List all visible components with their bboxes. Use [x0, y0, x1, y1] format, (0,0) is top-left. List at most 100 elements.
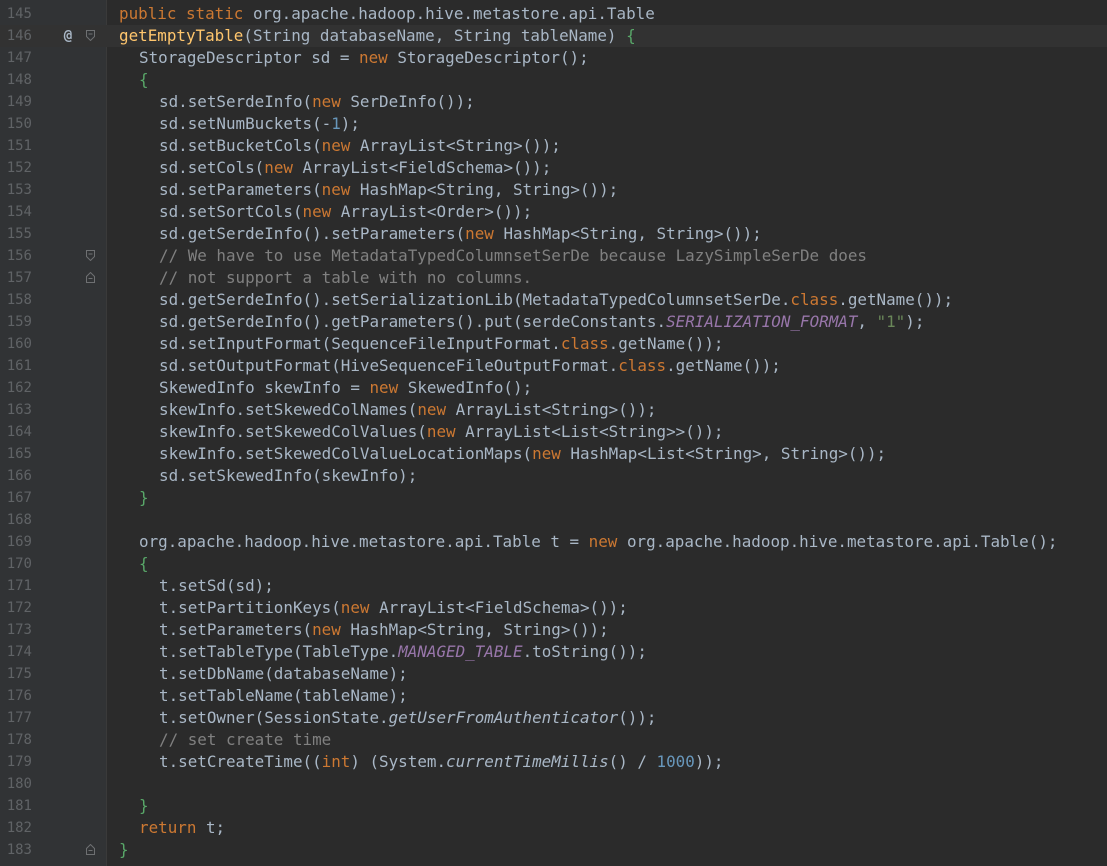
code-text: sd.setBucketCols(new ArrayList<String>()…	[159, 135, 561, 157]
line-number: 180	[6, 776, 32, 792]
code-line[interactable]: 182 return t;	[0, 817, 1107, 839]
code-token: ) (System.	[350, 752, 447, 771]
line-number: 168	[6, 512, 32, 528]
fold-start-icon[interactable]	[86, 30, 95, 41]
code-line[interactable]: 173 t.setParameters(new HashMap<String, S…	[0, 619, 1107, 641]
fold-end-icon[interactable]	[86, 272, 95, 283]
code-token: // We have to use MetadataTypedColumnset…	[159, 246, 867, 265]
code-line[interactable]: 152 sd.setCols(new ArrayList<FieldSchema>…	[0, 157, 1107, 179]
code-line[interactable]: 154 sd.setSortCols(new ArrayList<Order>()…	[0, 201, 1107, 223]
code-token: }	[139, 796, 149, 815]
code-line[interactable]: 146 @ getEmptyTable(String databaseName, S…	[0, 25, 1107, 47]
code-token: 1000	[656, 752, 695, 771]
code-line[interactable]: 157 // not support a table with no column…	[0, 267, 1107, 289]
code-line[interactable]: 179 t.setCreateTime((int) (System.current…	[0, 751, 1107, 773]
code-line[interactable]: 159 sd.getSerdeInfo().getParameters().put…	[0, 311, 1107, 333]
fold-start-icon[interactable]	[86, 250, 95, 261]
code-line[interactable]: 166 sd.setSkewedInfo(skewInfo);	[0, 465, 1107, 487]
line-number: 163	[6, 402, 32, 418]
code-token: t.setPartitionKeys(	[159, 598, 341, 617]
line-number: 158	[6, 292, 32, 308]
code-editor[interactable]: 145 public static org.apache.hadoop.hive.…	[0, 0, 1107, 866]
code-token: t.setParameters(	[159, 620, 313, 639]
code-line[interactable]: 176 t.setTableName(tableName);	[0, 685, 1107, 707]
fold-end-icon[interactable]	[86, 844, 95, 855]
line-number: 147	[6, 50, 32, 66]
code-token: ArrayList<FieldSchema>());	[379, 598, 628, 617]
code-line[interactable]: 165 skewInfo.setSkewedColValueLocationMap…	[0, 443, 1107, 465]
code-line[interactable]: 183}	[0, 839, 1107, 861]
line-number: 162	[6, 380, 32, 396]
code-line[interactable]: 153 sd.setParameters(new HashMap<String, …	[0, 179, 1107, 201]
code-token: sd.setCols(	[159, 158, 265, 177]
code-token: ));	[694, 752, 724, 771]
code-line[interactable]: 147 StorageDescriptor sd = new StorageDes…	[0, 47, 1107, 69]
code-token: SkewedInfo();	[407, 378, 533, 397]
code-line[interactable]: 171 t.setSd(sd);	[0, 575, 1107, 597]
line-number: 176	[6, 688, 32, 704]
code-token: // not support a table with no columns.	[159, 268, 533, 287]
code-line[interactable]: 162 SkewedInfo skewInfo = new SkewedInfo(…	[0, 377, 1107, 399]
code-token: .getName());	[838, 290, 954, 309]
code-line[interactable]: 174 t.setTableType(TableType.MANAGED_TABL…	[0, 641, 1107, 663]
code-token: org.apache.hadoop.hive.metastore.api.Tab…	[139, 532, 589, 551]
code-line[interactable]: 175 t.setDbName(databaseName);	[0, 663, 1107, 685]
line-number: 152	[6, 160, 32, 176]
code-token: sd.getSerdeInfo().getParameters().put(se…	[159, 312, 667, 331]
code-line[interactable]: 164 skewInfo.setSkewedColValues(new Array…	[0, 421, 1107, 443]
line-number: 156	[6, 248, 32, 264]
code-text: StorageDescriptor sd = new StorageDescri…	[139, 47, 589, 69]
code-token: new	[312, 620, 351, 639]
code-line[interactable]: 155 sd.getSerdeInfo().setParameters(new H…	[0, 223, 1107, 245]
code-line[interactable]: 168	[0, 509, 1107, 531]
code-line[interactable]: 150 sd.setNumBuckets(-1);	[0, 113, 1107, 135]
line-number: 171	[6, 578, 32, 594]
code-line[interactable]: 156 // We have to use MetadataTypedColumn…	[0, 245, 1107, 267]
code-text: // not support a table with no columns.	[159, 267, 532, 289]
code-line[interactable]: 163 skewInfo.setSkewedColNames(new ArrayL…	[0, 399, 1107, 421]
code-text: t.setOwner(SessionState.getUserFromAuthe…	[159, 707, 657, 729]
code-text: t.setTableType(TableType.MANAGED_TABLE.t…	[159, 641, 647, 663]
code-token: new	[340, 598, 380, 617]
code-line[interactable]: 180	[0, 773, 1107, 795]
code-text: t.setDbName(databaseName);	[159, 663, 408, 685]
code-token: );	[340, 114, 360, 133]
code-line[interactable]: 172 t.setPartitionKeys(new ArrayList<Fiel…	[0, 597, 1107, 619]
code-line[interactable]: 170 {	[0, 553, 1107, 575]
code-text: t.setParameters(new HashMap<String, Stri…	[159, 619, 609, 641]
code-token: new	[465, 224, 504, 243]
code-text: public static org.apache.hadoop.hive.met…	[119, 3, 655, 25]
code-line[interactable]: 158 sd.getSerdeInfo().setSerializationLib…	[0, 289, 1107, 311]
code-line[interactable]: 145 public static org.apache.hadoop.hive.…	[0, 3, 1107, 25]
code-line[interactable]: 148 {	[0, 69, 1107, 91]
code-token: new	[264, 158, 303, 177]
code-line[interactable]: 181}	[0, 795, 1107, 817]
code-token: t.setCreateTime((	[159, 752, 322, 771]
code-line[interactable]: 151 sd.setBucketCols(new ArrayList<String…	[0, 135, 1107, 157]
line-number: 150	[6, 116, 32, 132]
override-marker-icon[interactable]: @	[58, 25, 78, 47]
code-line[interactable]: 167}	[0, 487, 1107, 509]
code-text: // We have to use MetadataTypedColumnset…	[159, 245, 867, 267]
line-number: 161	[6, 358, 32, 374]
code-text: t.setPartitionKeys(new ArrayList<FieldSc…	[159, 597, 628, 619]
code-line[interactable]: 160 sd.setInputFormat(SequenceFileInputFo…	[0, 333, 1107, 355]
code-line[interactable]: 178 // set create time	[0, 729, 1107, 751]
code-token: t.setSd(sd);	[159, 576, 274, 595]
code-token: org.apache.hadoop.hive.metastore.api.Tab…	[626, 532, 1058, 551]
code-line[interactable]: 161 sd.setOutputFormat(HiveSequenceFileOu…	[0, 355, 1107, 377]
code-token: ArrayList<String>());	[359, 136, 561, 155]
code-text: skewInfo.setSkewedColNames(new ArrayList…	[159, 399, 657, 421]
code-token: sd.setInputFormat(SequenceFileInputForma…	[159, 334, 561, 353]
code-text: sd.setSerdeInfo(new SerDeInfo());	[159, 91, 475, 113]
line-number: 153	[6, 182, 32, 198]
code-line[interactable]: 169 org.apache.hadoop.hive.metastore.api.…	[0, 531, 1107, 553]
code-token: skewInfo.setSkewedColValues(	[159, 422, 427, 441]
code-token: (String databaseName, String tableName)	[243, 26, 627, 45]
line-number: 170	[6, 556, 32, 572]
code-text: sd.setInputFormat(SequenceFileInputForma…	[159, 333, 723, 355]
code-line[interactable]: 177 t.setOwner(SessionState.getUserFromAu…	[0, 707, 1107, 729]
code-line[interactable]: 149 sd.setSerdeInfo(new SerDeInfo());	[0, 91, 1107, 113]
code-token: ());	[618, 708, 657, 727]
code-token: 1	[331, 114, 341, 133]
